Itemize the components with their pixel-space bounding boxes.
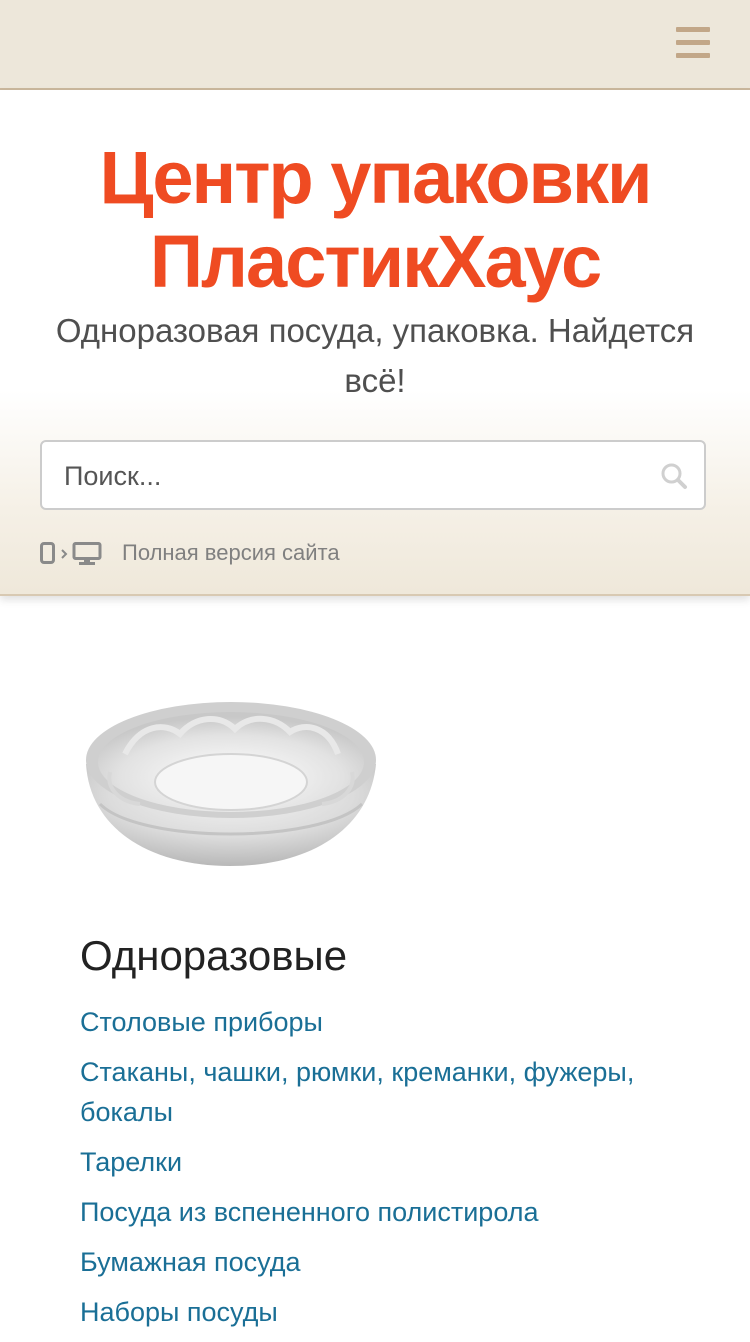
list-item: Бумажная посуда [80, 1242, 680, 1282]
site-tagline: Одноразовая посуда, упаковка. Найдется в… [55, 312, 695, 399]
full-version-label[interactable]: Полная версия сайта [122, 540, 340, 566]
device-switch-icons [40, 542, 102, 565]
list-item: Наборы посуды [80, 1292, 680, 1332]
site-header: Центр упаковки ПластикХаус Одноразовая п… [0, 90, 750, 596]
search-input[interactable] [62, 442, 646, 510]
list-item: Тарелки [80, 1142, 680, 1182]
category-link-foam-tableware[interactable]: Посуда из вспененного полистирола [80, 1197, 539, 1227]
list-item: Столовые приборы [80, 1002, 680, 1042]
search-icon[interactable] [660, 462, 688, 490]
list-item: Стаканы, чашки, рюмки, креманки, фужеры,… [80, 1052, 680, 1132]
category-title: Одноразовые [80, 932, 348, 979]
search-box[interactable] [40, 440, 706, 510]
site-title[interactable]: Центр упаковки ПластикХаус [0, 136, 750, 304]
menu-line [676, 53, 710, 58]
mobile-phone-icon [40, 542, 55, 564]
list-item: Посуда из вспененного полистирола [80, 1192, 680, 1232]
category-link-paper-tableware[interactable]: Бумажная посуда [80, 1247, 301, 1277]
desktop-monitor-icon [72, 542, 102, 565]
category-links-list: Столовые приборы Стаканы, чашки, рюмки, … [80, 1002, 680, 1342]
category-link-cutlery[interactable]: Столовые приборы [80, 1007, 323, 1037]
menu-line [676, 40, 710, 45]
plastic-bowl-image[interactable] [80, 694, 380, 874]
top-bar [0, 0, 750, 90]
site-title-line2[interactable]: ПластикХаус [0, 220, 750, 304]
category-link-tableware-sets[interactable]: Наборы посуды [80, 1297, 278, 1327]
menu-line [676, 27, 710, 32]
site-title-line1[interactable]: Центр упаковки [0, 136, 750, 220]
hamburger-menu-icon[interactable] [676, 27, 710, 59]
category-link-plates[interactable]: Тарелки [80, 1147, 182, 1177]
chevron-right-icon [61, 549, 68, 559]
category-link-cups-glasses[interactable]: Стаканы, чашки, рюмки, креманки, фужеры,… [80, 1057, 634, 1127]
